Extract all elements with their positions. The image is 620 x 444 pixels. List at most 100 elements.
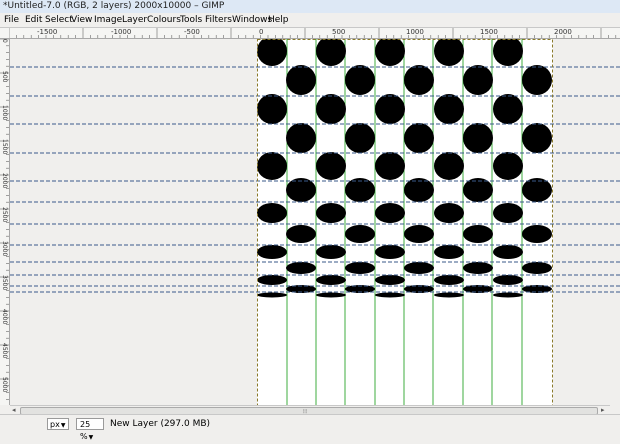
- dot: [522, 178, 552, 202]
- vertical-ruler[interactable]: 0 500 1000 1500 2000 2500 3000 3500 4000…: [0, 39, 10, 405]
- ruler-label: 500: [1, 71, 8, 83]
- dot: [286, 65, 316, 95]
- window-title: *Untitled-7.0 (RGB, 2 layers) 2000x10000…: [3, 1, 225, 11]
- dot: [434, 94, 464, 124]
- dot: [345, 123, 375, 153]
- dot: [463, 225, 493, 243]
- menu-edit[interactable]: Edit: [25, 15, 42, 25]
- dot: [257, 94, 287, 124]
- dot: [345, 65, 375, 95]
- dot: [257, 245, 287, 259]
- scroll-right-icon[interactable]: ▸: [601, 406, 605, 414]
- dot: [404, 178, 434, 202]
- status-bar: px▼ 25 %▼ New Layer (297.0 MB): [0, 414, 620, 441]
- dot: [286, 123, 316, 153]
- menu-select[interactable]: Select: [45, 15, 73, 25]
- dot: [434, 203, 464, 223]
- unit-value: px: [50, 420, 60, 429]
- ruler-label: 4000: [1, 309, 8, 325]
- menu-layer[interactable]: Layer: [122, 15, 147, 25]
- dot: [434, 292, 464, 298]
- dot: [316, 94, 346, 124]
- dot: [434, 152, 464, 180]
- scroll-left-icon[interactable]: ◂: [12, 406, 16, 414]
- unit-selector[interactable]: px▼: [47, 418, 69, 430]
- dot: [522, 225, 552, 243]
- menu-bar: File Edit Select View Image Layer Colour…: [0, 13, 620, 28]
- ruler-label: 3000: [1, 241, 8, 257]
- dot: [316, 275, 346, 285]
- dot: [404, 225, 434, 243]
- dot: [404, 262, 434, 274]
- dot: [522, 262, 552, 274]
- ruler-label: 4500: [1, 343, 8, 359]
- dot: [463, 123, 493, 153]
- dot: [463, 178, 493, 202]
- dot: [375, 94, 405, 124]
- navigate-button[interactable]: [0, 405, 9, 414]
- dot: [257, 275, 287, 285]
- dot: [316, 152, 346, 180]
- zoom-selector[interactable]: 25 %▼: [76, 418, 104, 441]
- canvas-area[interactable]: [10, 39, 620, 405]
- menu-image[interactable]: Image: [94, 15, 122, 25]
- menu-view[interactable]: View: [71, 15, 92, 25]
- menu-help[interactable]: Help: [268, 15, 289, 25]
- dot: [375, 275, 405, 285]
- status-message: New Layer (297.0 MB): [110, 419, 211, 429]
- menu-windows[interactable]: Windows: [232, 15, 272, 25]
- ruler-label: 2500: [1, 207, 8, 223]
- image-canvas[interactable]: [10, 39, 620, 405]
- ruler-label: 0: [259, 28, 264, 36]
- dot: [463, 262, 493, 274]
- dot: [463, 65, 493, 95]
- chevron-down-icon: ▼: [60, 422, 66, 429]
- title-bar: *Untitled-7.0 (RGB, 2 layers) 2000x10000…: [0, 0, 620, 13]
- ruler-label: 0: [1, 39, 8, 43]
- dot: [522, 65, 552, 95]
- ruler-label: 500: [332, 28, 346, 36]
- dot: [493, 275, 523, 285]
- dot: [375, 203, 405, 223]
- dot: [345, 225, 375, 243]
- ruler-label: 1000: [1, 105, 8, 121]
- dot: [345, 262, 375, 274]
- dot: [257, 152, 287, 180]
- ruler-label: 2000: [1, 173, 8, 189]
- menu-colours[interactable]: Colours: [147, 15, 181, 25]
- ruler-label: -500: [184, 28, 200, 36]
- dot: [257, 292, 287, 298]
- dot: [434, 245, 464, 259]
- menu-filters[interactable]: Filters: [205, 15, 232, 25]
- dot: [286, 178, 316, 202]
- dot: [375, 292, 405, 298]
- dot: [257, 203, 287, 223]
- dot: [493, 94, 523, 124]
- ruler-label: -1500: [37, 28, 58, 36]
- dot: [375, 245, 405, 259]
- chevron-down-icon: ▼: [88, 434, 94, 441]
- dot: [286, 225, 316, 243]
- ruler-label: 3500: [1, 275, 8, 291]
- dot: [316, 245, 346, 259]
- horizontal-ruler-ticks: [9, 28, 617, 38]
- menu-tools[interactable]: Tools: [180, 15, 202, 25]
- menu-file[interactable]: File: [4, 15, 19, 25]
- dot: [434, 275, 464, 285]
- ruler-label: -1000: [111, 28, 132, 36]
- ruler-label: 1500: [1, 139, 8, 155]
- ruler-label: 1000: [406, 28, 424, 36]
- dot: [375, 152, 405, 180]
- dot: [493, 292, 523, 298]
- dot: [493, 245, 523, 259]
- ruler-label: 5000: [1, 377, 8, 393]
- dot: [286, 262, 316, 274]
- ruler-label: 2000: [554, 28, 572, 36]
- dot: [345, 178, 375, 202]
- dot: [316, 203, 346, 223]
- dot: [404, 123, 434, 153]
- ruler-label: 1500: [480, 28, 498, 36]
- dot: [493, 152, 523, 180]
- horizontal-ruler[interactable]: -1500 -1000 -500 0 500 1000 1500 2000: [9, 28, 620, 39]
- dot: [316, 292, 346, 298]
